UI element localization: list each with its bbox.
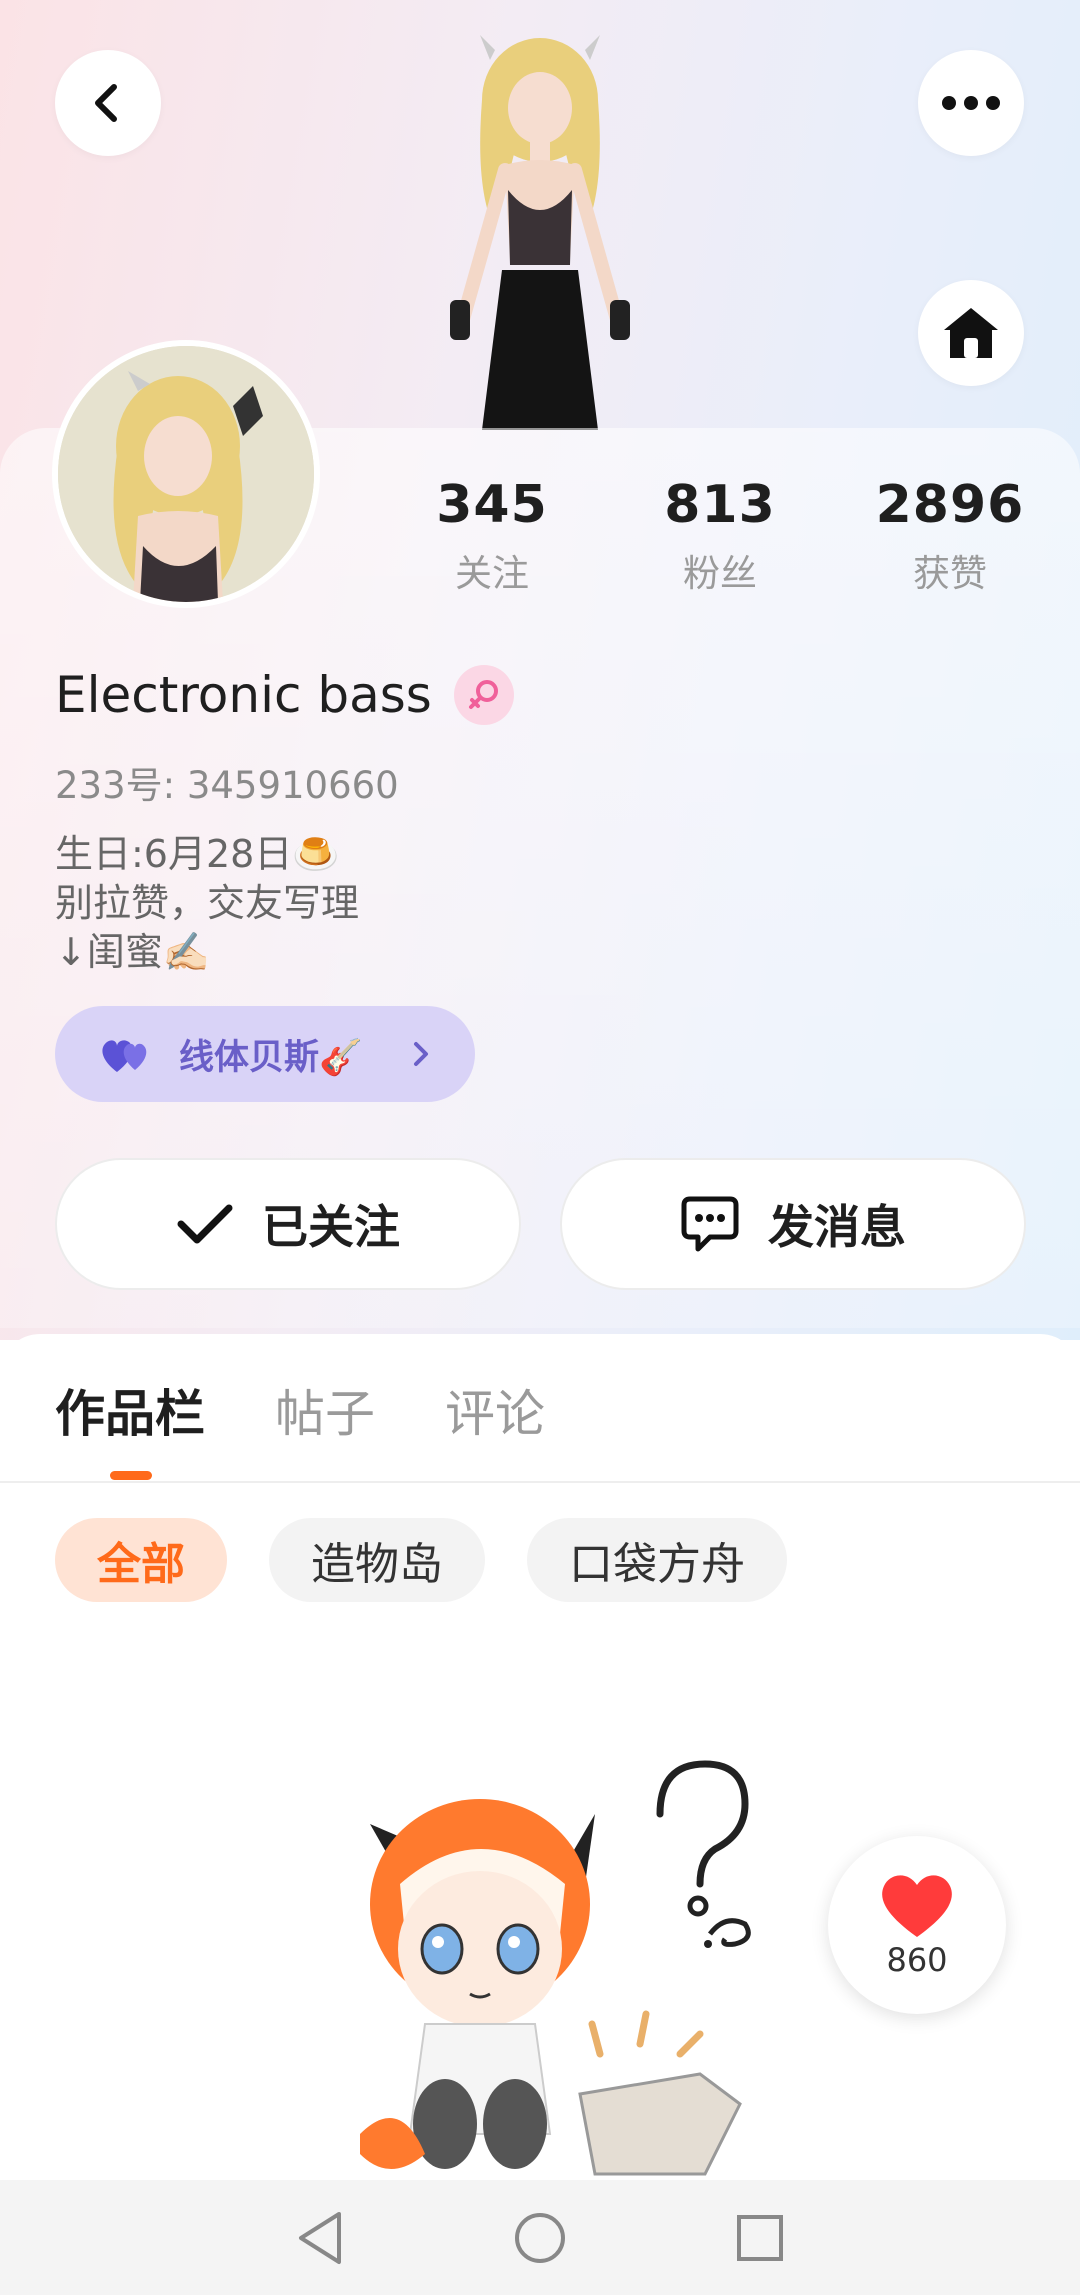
more-button[interactable] [918, 50, 1024, 156]
avatar-image [58, 346, 314, 602]
tab-divider [0, 1481, 1080, 1483]
tab-posts[interactable]: 帖子 [275, 1374, 375, 1446]
stat-fans-label: 粉丝 [683, 552, 757, 595]
filter-pocket-ark[interactable]: 口袋方舟 [527, 1518, 787, 1602]
follow-button-label: 已关注 [262, 1200, 400, 1254]
message-button[interactable]: 发消息 [560, 1158, 1026, 1290]
tab-works[interactable]: 作品栏 [55, 1374, 205, 1446]
tab-active-indicator [110, 1471, 152, 1480]
stat-fans[interactable]: 813 粉丝 [620, 475, 820, 597]
stat-following-label: 关注 [455, 552, 529, 595]
filter-all[interactable]: 全部 [55, 1518, 227, 1602]
avatar[interactable] [52, 340, 320, 608]
like-button[interactable]: 860 [828, 1836, 1006, 2014]
tab-comments[interactable]: 评论 [445, 1374, 545, 1446]
filter-creation-island[interactable]: 造物岛 [269, 1518, 485, 1602]
square-recents-icon [737, 2214, 783, 2261]
bio-line: 别拉赞，交友写理 [55, 881, 360, 925]
home-button[interactable] [918, 280, 1024, 386]
stat-likes-label: 获赞 [913, 552, 987, 595]
hearts-icon [102, 1040, 147, 1072]
bio-line: 生日:6月28日🍮 [55, 832, 340, 876]
triangle-back-icon [299, 2211, 341, 2264]
relation-tag-label: 线体贝斯🎸 [179, 1037, 363, 1078]
user-id: 233号: 345910660 [55, 764, 399, 807]
message-button-label: 发消息 [768, 1200, 906, 1254]
system-nav-bar [0, 2180, 1080, 2295]
nav-back-button[interactable] [280, 2198, 360, 2278]
chevron-left-icon [95, 84, 117, 122]
heart-icon [882, 1875, 952, 1937]
bio-line: ↓闺蜜✍🏻 [55, 930, 211, 974]
tab-bar: 作品栏 帖子 评论 [55, 1374, 615, 1446]
content-panel: 作品栏 帖子 评论 全部 造物岛 口袋方舟 [0, 1334, 1080, 2295]
home-icon [944, 308, 998, 358]
nav-recents-button[interactable] [720, 2198, 800, 2278]
stat-likes[interactable]: 2896 获赞 [850, 475, 1050, 597]
follow-button[interactable]: 已关注 [55, 1158, 521, 1290]
hero-character-image [450, 35, 630, 430]
stat-likes-value: 2896 [875, 475, 1025, 535]
filter-chips: 全部 造物岛 口袋方舟 [55, 1518, 829, 1602]
profile-name: Electronic bass [55, 666, 432, 724]
chat-bubble-icon [681, 1196, 739, 1252]
stat-following[interactable]: 345 关注 [392, 475, 592, 597]
stat-fans-value: 813 [664, 475, 776, 535]
stat-following-value: 345 [436, 475, 548, 535]
back-button[interactable] [55, 50, 161, 156]
nav-home-button[interactable] [500, 2198, 580, 2278]
circle-home-icon [515, 2212, 565, 2263]
chevron-right-icon [414, 1042, 428, 1066]
female-icon [453, 665, 514, 725]
check-icon [177, 1204, 233, 1244]
profile-name-row: Electronic bass [55, 665, 514, 725]
empty-state-illustration [360, 1760, 751, 2176]
bio: 生日:6月28日🍮 别拉赞，交友写理 ↓闺蜜✍🏻 [55, 830, 359, 977]
like-count: 860 [886, 1941, 948, 1979]
more-horizontal-icon [942, 96, 1000, 110]
relation-tag[interactable]: 线体贝斯🎸 [55, 1006, 475, 1102]
